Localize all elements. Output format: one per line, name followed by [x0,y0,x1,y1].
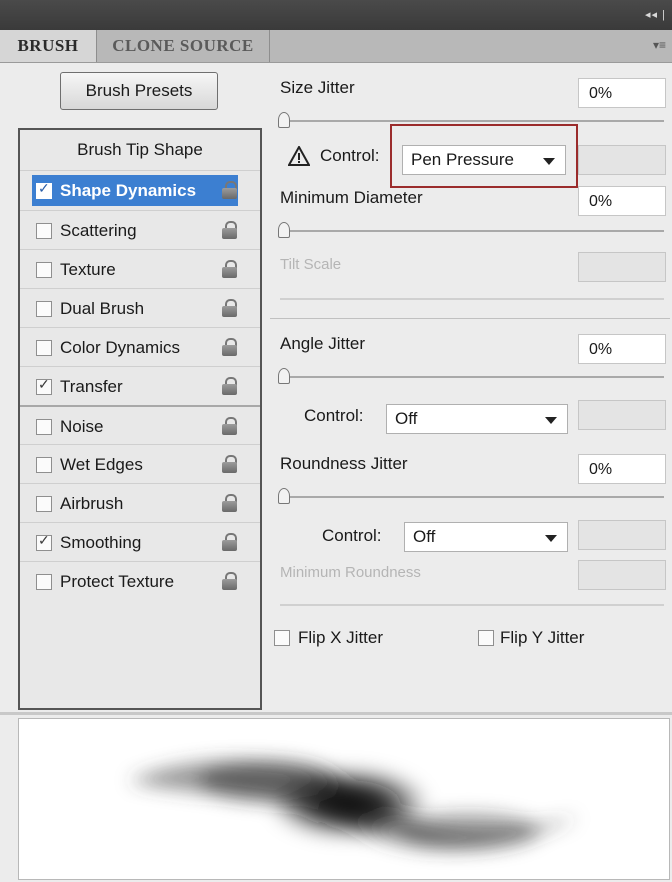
roundness-jitter-slider[interactable] [278,488,664,504]
list-item-texture[interactable]: Texture [20,249,260,289]
angle-jitter-control-field [578,400,666,430]
lock-icon[interactable] [222,455,238,473]
protect-texture-checkbox[interactable] [36,574,52,590]
brush-presets-button[interactable]: Brush Presets [60,72,218,110]
texture-checkbox[interactable] [36,262,52,278]
lock-icon[interactable] [222,221,238,239]
protect-texture-label: Protect Texture [60,572,175,591]
list-item-dual-brush[interactable]: Dual Brush [20,288,260,328]
brush-stroke-preview [18,718,670,880]
lock-icon[interactable] [222,338,238,356]
color-dynamics-label: Color Dynamics [60,338,180,357]
collapse-panel-icon[interactable]: ◂◂ | [645,8,666,21]
lock-icon[interactable] [222,572,238,590]
size-jitter-input[interactable]: 0% [578,78,666,108]
lock-icon[interactable] [222,260,238,278]
noise-label: Noise [60,417,104,436]
tab-brush[interactable]: BRUSH [0,30,97,62]
wet-edges-label: Wet Edges [60,455,143,474]
list-item-color-dynamics[interactable]: Color Dynamics [20,327,260,367]
flip-y-jitter-checkbox[interactable] [478,630,494,646]
list-item-wet-edges[interactable]: Wet Edges [20,444,260,484]
tilt-scale-label: Tilt Scale [280,256,342,273]
airbrush-label: Airbrush [60,494,124,513]
warning-icon [288,146,310,166]
brush-settings-list: Brush Tip Shape Shape Dynamics Scatterin… [18,128,262,710]
texture-label: Texture [60,260,116,279]
roundness-jitter-control-value: Off [413,527,436,546]
lock-icon[interactable] [222,181,238,199]
flip-y-jitter-label: Flip Y Jitter [500,628,585,647]
noise-checkbox[interactable] [36,419,52,435]
size-jitter-slider[interactable] [278,112,664,128]
chevron-down-icon [545,417,557,424]
chevron-down-icon [545,535,557,542]
minimum-diameter-slider[interactable] [278,222,664,238]
slider-knob[interactable] [278,368,290,384]
size-jitter-label: Size Jitter [280,78,355,97]
dual-brush-checkbox[interactable] [36,301,52,317]
size-jitter-control-label: Control: [320,146,380,165]
scattering-label: Scattering [60,221,137,240]
roundness-jitter-input[interactable]: 0% [578,454,666,484]
lock-icon[interactable] [222,377,238,395]
list-item-transfer[interactable]: Transfer [20,366,260,406]
tab-clone-source[interactable]: CLONE SOURCE [97,30,270,62]
roundness-jitter-control-dropdown[interactable]: Off [404,522,568,552]
minimum-diameter-label: Minimum Diameter [280,188,423,207]
transfer-label: Transfer [60,377,123,396]
flip-x-jitter-label: Flip X Jitter [298,628,384,647]
list-item-noise[interactable]: Noise [20,405,260,446]
list-item-smoothing[interactable]: Smoothing [20,522,260,562]
slider-knob[interactable] [278,222,290,238]
angle-jitter-control-dropdown[interactable]: Off [386,404,568,434]
slider-knob[interactable] [278,488,290,504]
panel-tab-bar: BRUSH CLONE SOURCE ▾≡ [0,30,672,63]
lock-icon[interactable] [222,494,238,512]
smoothing-checkbox[interactable] [36,532,52,551]
slider-knob[interactable] [278,112,290,128]
tilt-scale-input [578,252,666,282]
shape-dynamics-checkbox[interactable] [36,180,52,199]
dual-brush-label: Dual Brush [60,299,145,318]
angle-jitter-slider[interactable] [278,368,664,384]
shape-dynamics-label: Shape Dynamics [60,181,197,200]
lock-icon[interactable] [222,417,238,435]
transfer-checkbox[interactable] [36,376,52,395]
panel-menu-icon[interactable]: ▾≡ [653,38,666,52]
list-item-scattering[interactable]: Scattering [20,210,260,250]
annotation-highlight-box [390,124,578,188]
scattering-checkbox[interactable] [36,223,52,239]
brush-stroke [129,760,579,850]
angle-jitter-label: Angle Jitter [280,334,366,353]
panel-title-bar: ◂◂ | [0,0,672,30]
brush-tip-shape-item[interactable]: Brush Tip Shape [20,130,260,170]
lock-icon[interactable] [222,299,238,317]
tilt-scale-slider [280,298,664,300]
airbrush-checkbox[interactable] [36,496,52,512]
minimum-roundness-slider [280,604,664,606]
size-jitter-control-field [578,145,666,175]
roundness-jitter-control-label: Control: [322,526,382,545]
roundness-jitter-control-field [578,520,666,550]
smoothing-label: Smoothing [60,533,142,552]
color-dynamics-checkbox[interactable] [36,340,52,356]
list-item-protect-texture[interactable]: Protect Texture [20,561,260,601]
minimum-roundness-label: Minimum Roundness [280,564,421,581]
angle-jitter-control-label: Control: [304,406,364,425]
angle-jitter-input[interactable]: 0% [578,334,666,364]
section-divider [270,318,670,319]
preview-divider [0,712,672,715]
list-item-shape-dynamics[interactable]: Shape Dynamics [20,170,260,210]
list-item-airbrush[interactable]: Airbrush [20,483,260,523]
minimum-diameter-input[interactable]: 0% [578,186,666,216]
angle-jitter-control-value: Off [395,409,418,428]
roundness-jitter-label: Roundness Jitter [280,454,408,473]
wet-edges-checkbox[interactable] [36,457,52,473]
lock-icon[interactable] [222,533,238,551]
flip-x-jitter-checkbox[interactable] [274,630,290,646]
minimum-roundness-input [578,560,666,590]
